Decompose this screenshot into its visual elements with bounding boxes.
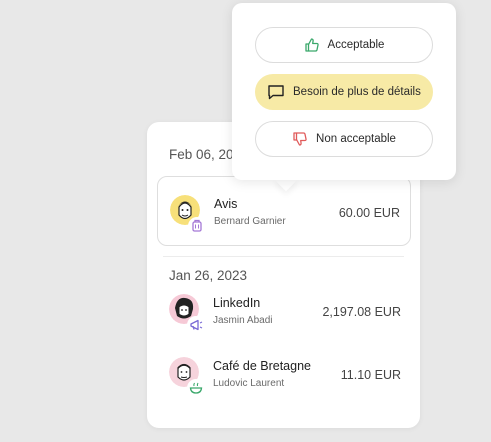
thumbs-down-icon — [292, 131, 308, 147]
transaction-row-linkedin[interactable]: LinkedIn Jasmin Abadi 2,197.08 EUR — [157, 276, 411, 346]
option-label: Non acceptable — [316, 133, 396, 145]
avatar — [169, 357, 205, 397]
person-name: Jasmin Abadi — [213, 315, 273, 326]
thumbs-up-icon — [304, 37, 320, 53]
transaction-amount: 60.00 EUR — [338, 206, 400, 220]
person-name: Ludovic Laurent — [213, 378, 285, 389]
need-more-details-button[interactable]: Besoin de plus de détails — [255, 74, 433, 110]
merchant-name: Avis — [214, 197, 238, 211]
avatar — [169, 294, 205, 334]
food-bowl-icon — [187, 379, 205, 397]
feedback-popover: Acceptable Besoin de plus de détails Non… — [232, 3, 456, 180]
megaphone-icon — [187, 316, 205, 334]
transaction-row-cafe-de-bretagne[interactable]: Café de Bretagne Ludovic Laurent 11.10 E… — [157, 339, 411, 409]
divider — [163, 256, 404, 257]
avatar — [170, 195, 206, 235]
option-label: Acceptable — [327, 39, 385, 51]
transaction-amount: 2,197.08 EUR — [322, 305, 401, 319]
luggage-icon — [188, 217, 206, 235]
transaction-amount: 11.10 EUR — [340, 368, 401, 382]
message-icon — [267, 84, 285, 100]
option-label: Besoin de plus de détails — [293, 86, 421, 98]
person-name: Bernard Garnier — [214, 216, 286, 227]
merchant-name: LinkedIn — [213, 296, 261, 310]
not-acceptable-button[interactable]: Non acceptable — [255, 121, 433, 157]
acceptable-button[interactable]: Acceptable — [255, 27, 433, 63]
merchant-name: Café de Bretagne — [213, 359, 311, 373]
